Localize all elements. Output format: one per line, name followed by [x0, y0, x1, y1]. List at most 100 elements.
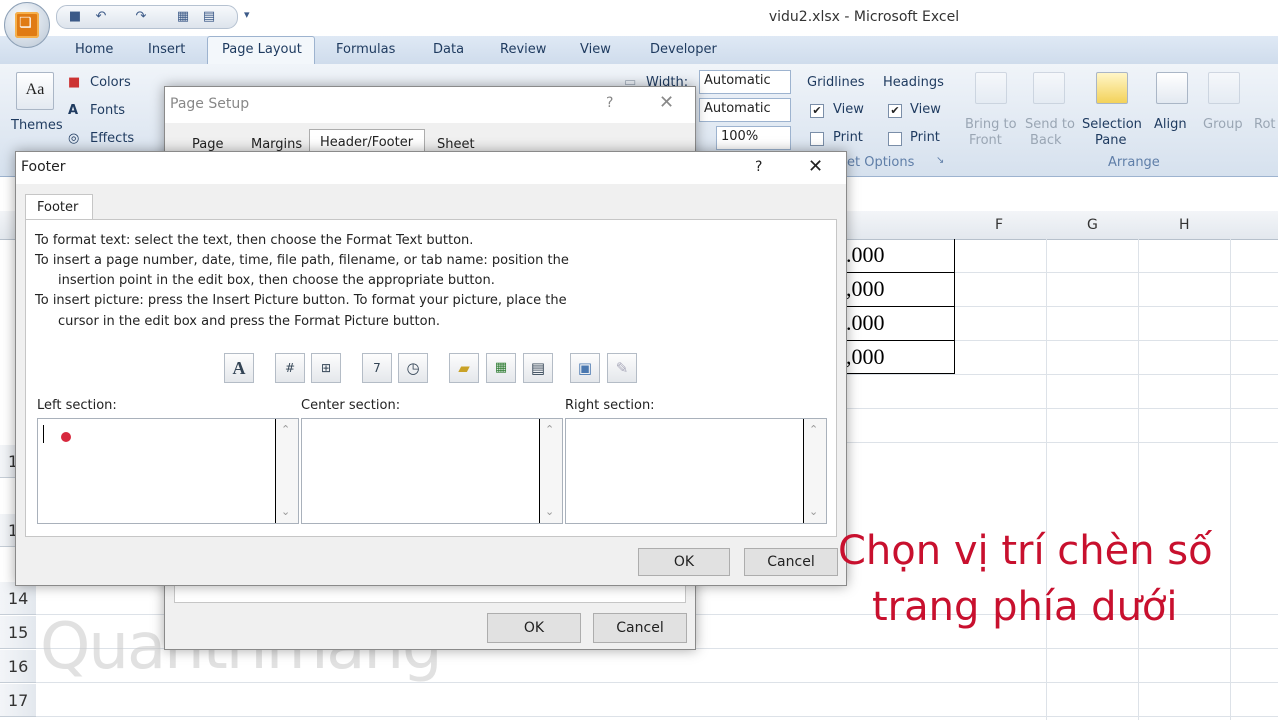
scale-input[interactable]: 100%: [716, 126, 791, 150]
page-setup-help-button[interactable]: ?: [606, 95, 613, 111]
cell-value[interactable]: ,000: [846, 344, 885, 370]
footer-cancel-button[interactable]: Cancel: [744, 548, 838, 576]
tab-page[interactable]: Page: [192, 137, 223, 152]
themes-icon[interactable]: Aa: [16, 72, 54, 110]
customize-icon[interactable]: ▾: [244, 8, 250, 21]
quick-access-toolbar: ■ ↶ ↷ ▦ ▤: [56, 5, 238, 29]
footer-close-icon[interactable]: ✕: [808, 156, 823, 177]
tab-review[interactable]: Review: [500, 42, 546, 57]
column-header-h[interactable]: H: [1179, 217, 1190, 233]
align-button[interactable]: Align: [1154, 117, 1187, 132]
insert-picture-icon[interactable]: ▣: [570, 353, 600, 383]
table-border: [844, 373, 954, 374]
tab-view[interactable]: View: [580, 42, 611, 57]
group-button[interactable]: Group: [1203, 117, 1243, 132]
row-header-15[interactable]: 15: [0, 616, 36, 649]
print-icon[interactable]: ▤: [201, 9, 217, 25]
height-value: Automatic: [704, 101, 771, 116]
scale-value: 100%: [721, 129, 759, 144]
tab-margins[interactable]: Margins: [251, 137, 302, 152]
footer-dialog-titlebar: [16, 152, 846, 184]
headings-view-checkbox[interactable]: ✔: [888, 104, 902, 118]
width-select[interactable]: Automatic: [699, 70, 791, 94]
number-of-pages-icon[interactable]: ⊞: [311, 353, 341, 383]
center-section-input[interactable]: ⌃ ⌄: [301, 418, 563, 524]
column-header-g[interactable]: G: [1087, 217, 1098, 233]
selection-pane-label-2[interactable]: Pane: [1095, 133, 1126, 148]
themes-label[interactable]: Themes: [11, 118, 63, 133]
tab-home[interactable]: Home: [75, 42, 113, 57]
tab-page-layout[interactable]: Page Layout: [222, 42, 302, 57]
format-text-icon[interactable]: A: [224, 353, 254, 383]
bring-to-front-icon: [975, 72, 1007, 104]
text-cursor: [43, 425, 44, 443]
undo-icon[interactable]: ↶: [93, 9, 109, 25]
effects-icon: ◎: [68, 131, 80, 146]
center-section-label: Center section:: [301, 398, 401, 413]
instruction-line: To insert picture: press the Insert Pict…: [35, 293, 567, 308]
date-icon[interactable]: 7: [362, 353, 392, 383]
fonts-icon: A: [68, 103, 79, 118]
page-setup-cancel-button[interactable]: Cancel: [593, 613, 687, 643]
cell-value[interactable]: .000: [846, 242, 885, 268]
height-select[interactable]: Automatic: [699, 98, 791, 122]
cell-value[interactable]: .000: [846, 310, 885, 336]
gridlines-view-checkbox[interactable]: ✔: [810, 104, 824, 118]
row-header-16[interactable]: 16: [0, 650, 36, 683]
page-number-icon[interactable]: #: [275, 353, 305, 383]
fonts-button[interactable]: Fonts: [90, 103, 125, 118]
bring-to-front-label-2[interactable]: Front: [969, 133, 1002, 148]
page-setup-panel-bottom: [174, 585, 686, 603]
print-preview-icon[interactable]: ▦: [175, 9, 191, 25]
selection-pane-label-1[interactable]: Selection: [1082, 117, 1142, 132]
tab-header-footer[interactable]: Header/Footer: [320, 135, 413, 150]
tab-developer[interactable]: Developer: [650, 42, 717, 57]
save-icon[interactable]: ■: [67, 9, 83, 25]
footer-ok-button[interactable]: OK: [638, 548, 730, 576]
tab-data[interactable]: Data: [433, 42, 464, 57]
time-icon[interactable]: ◷: [398, 353, 428, 383]
cell-value[interactable]: ,000: [846, 276, 885, 302]
tab-formulas[interactable]: Formulas: [336, 42, 395, 57]
filename-icon[interactable]: ▦: [486, 353, 516, 383]
headings-label: Headings: [883, 75, 944, 90]
arrange-group-label: Arrange: [1108, 155, 1160, 170]
send-to-back-label-2[interactable]: Back: [1030, 133, 1062, 148]
page-setup-ok-button[interactable]: OK: [487, 613, 581, 643]
effects-button[interactable]: Effects: [90, 131, 134, 146]
right-section-scrollbar[interactable]: ⌃ ⌄: [803, 419, 826, 523]
row-header-17[interactable]: 17: [0, 684, 36, 717]
office-button[interactable]: ❏: [4, 2, 50, 48]
table-border: [844, 272, 954, 273]
width-value: Automatic: [704, 73, 771, 88]
tab-sheet[interactable]: Sheet: [437, 137, 475, 152]
bring-to-front-label-1[interactable]: Bring to: [965, 117, 1017, 132]
gridlines-print-checkbox[interactable]: [810, 132, 824, 146]
mouse-pointer-icon: [61, 432, 71, 442]
caption-line-1: Chọn vị trí chèn số: [838, 528, 1213, 574]
office-logo-icon: ❏: [15, 12, 39, 38]
left-section-label: Left section:: [37, 398, 117, 413]
right-section-input[interactable]: ⌃ ⌄: [565, 418, 827, 524]
center-section-scrollbar[interactable]: ⌃ ⌄: [539, 419, 562, 523]
left-section-input[interactable]: ⌃ ⌄: [37, 418, 299, 524]
column-header-f[interactable]: F: [995, 217, 1003, 233]
send-to-back-label-1[interactable]: Send to: [1025, 117, 1075, 132]
rotate-button[interactable]: Rot: [1254, 117, 1276, 132]
table-border: [844, 340, 954, 341]
sheet-name-icon[interactable]: ▤: [523, 353, 553, 383]
page-setup-close-icon[interactable]: ✕: [659, 92, 674, 113]
redo-icon[interactable]: ↷: [133, 9, 149, 25]
footer-help-button[interactable]: ?: [755, 159, 762, 175]
table-border: [844, 306, 954, 307]
tab-insert[interactable]: Insert: [148, 42, 185, 57]
footer-tab[interactable]: Footer: [25, 194, 93, 220]
row-header-14[interactable]: 14: [0, 582, 36, 615]
file-path-icon[interactable]: ▰: [449, 353, 479, 383]
gridlines-print-label: Print: [833, 130, 863, 145]
format-picture-icon[interactable]: ✎: [607, 353, 637, 383]
colors-button[interactable]: Colors: [90, 75, 131, 90]
sheet-options-launcher-icon[interactable]: ↘: [936, 155, 944, 166]
headings-print-checkbox[interactable]: [888, 132, 902, 146]
left-section-scrollbar[interactable]: ⌃ ⌄: [275, 419, 298, 523]
